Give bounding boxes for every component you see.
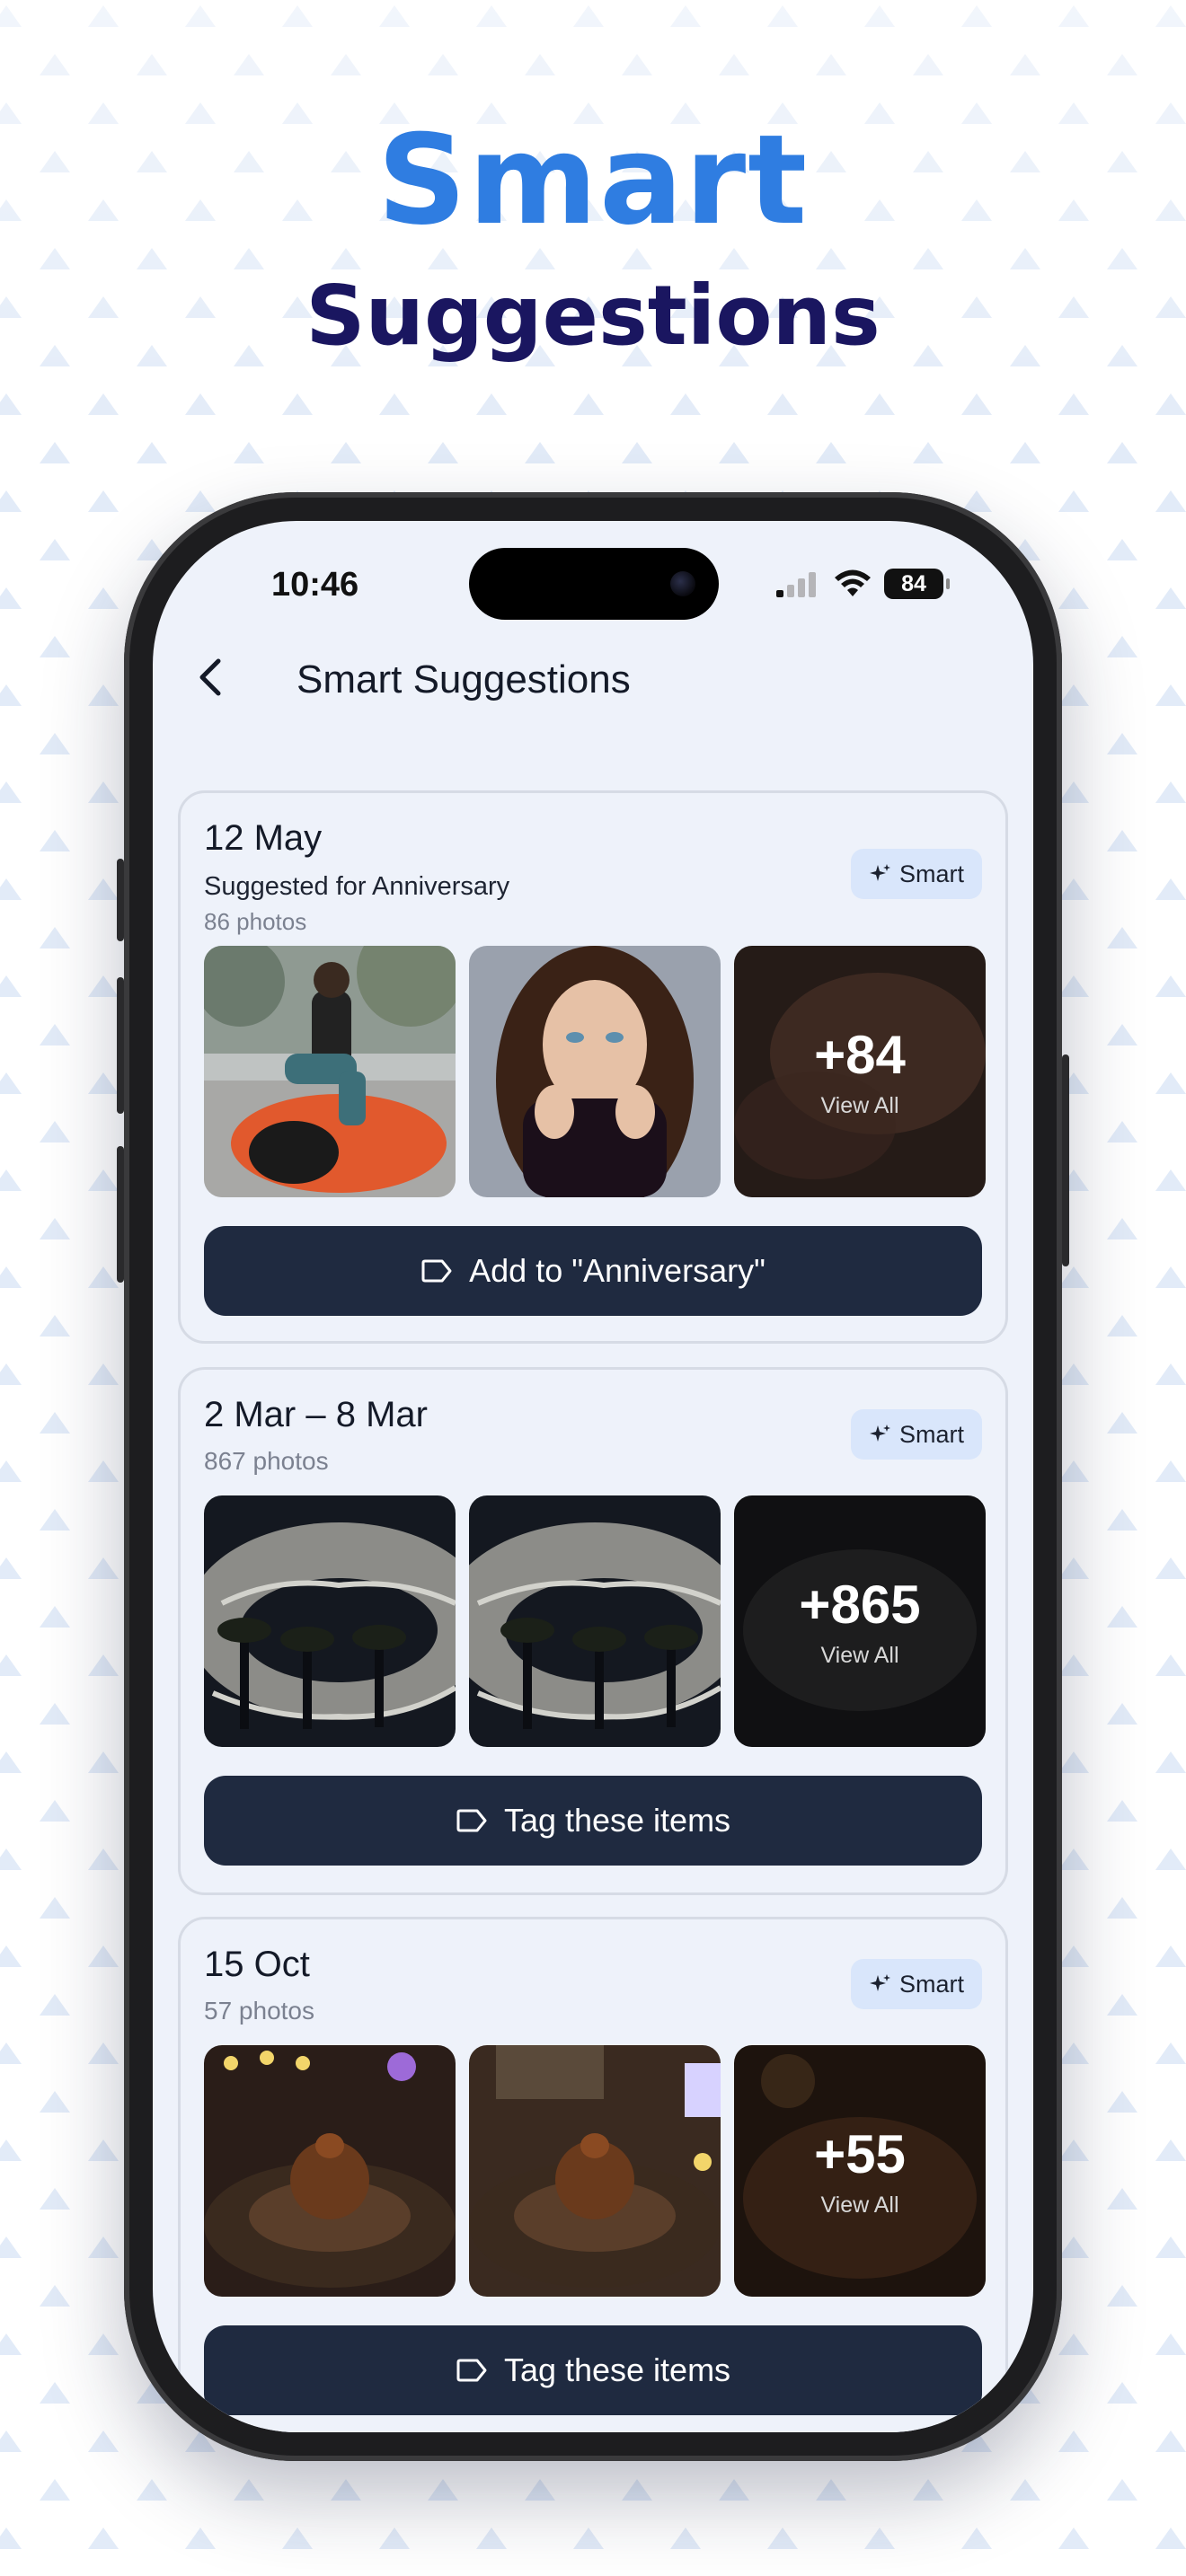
tag-items-button[interactable]: Tag these items <box>204 1776 982 1866</box>
smart-badge: Smart <box>850 849 982 899</box>
view-all-label: View All <box>820 1643 899 1668</box>
photo-thumbnails: +865 View All <box>204 1495 986 1747</box>
photo-dessert <box>469 2045 721 2297</box>
hero-subtitle: Suggestions <box>305 268 881 364</box>
card-photo-count: 86 photos <box>204 908 307 935</box>
card-date: 12 May <box>204 818 323 858</box>
smart-badge: Smart <box>850 1409 982 1460</box>
more-count: +865 <box>799 1575 921 1635</box>
suggestion-card-anniversary: 12 May Suggested for Anniversary 86 phot… <box>178 790 1008 1344</box>
card-photo-count: 867 photos <box>204 1447 329 1475</box>
photo-thumbnail[interactable] <box>469 1495 721 1747</box>
battery-icon: 84 <box>884 569 950 599</box>
photo-thumbnail[interactable] <box>204 946 456 1197</box>
more-count: +55 <box>814 2124 906 2184</box>
volume-down-button <box>117 1146 124 1283</box>
phone-screen: 10:46 84 Smart Suggestions 12 May Sugges… <box>153 521 1033 2432</box>
action-button-label: Tag these items <box>503 2351 731 2388</box>
action-button <box>117 859 124 941</box>
back-button[interactable] <box>185 652 235 702</box>
sparkles-icon <box>869 1974 890 1991</box>
view-all-tile[interactable]: +55 View All <box>734 2045 986 2297</box>
smart-badge-label: Smart <box>898 860 964 887</box>
suggestion-card-date-range: 2 Mar – 8 Mar 867 photos Smart +865 View… <box>178 1367 1008 1895</box>
photo-thumbnail[interactable] <box>469 946 721 1197</box>
card-date: 15 Oct <box>204 1945 310 1984</box>
phone-frame: 10:46 84 Smart Suggestions 12 May Sugges… <box>117 492 1069 2461</box>
card-photo-count: 57 photos <box>204 1997 314 2025</box>
tag-icon <box>456 2359 487 2382</box>
wifi-icon <box>835 569 871 596</box>
sparkles-icon <box>869 1425 890 1442</box>
status-icons: 84 <box>774 568 950 600</box>
power-button <box>1062 1054 1069 1266</box>
photo-portrait-woman <box>469 946 721 1197</box>
photo-building-night <box>469 1495 721 1747</box>
tag-icon <box>456 1809 487 1832</box>
hero-title: Smart <box>376 108 810 252</box>
camera-icon <box>670 571 695 596</box>
photo-street-car <box>204 946 456 1197</box>
status-time: 10:46 <box>271 566 359 604</box>
photo-thumbnails: +84 View All <box>204 946 986 1197</box>
chevron-left-icon <box>199 658 221 696</box>
tag-icon <box>421 1259 452 1283</box>
photo-building-night <box>204 1495 456 1747</box>
view-all-tile[interactable]: +84 View All <box>734 946 986 1197</box>
view-all-label: View All <box>820 2192 899 2218</box>
card-date: 2 Mar – 8 Mar <box>204 1395 428 1434</box>
sparkles-icon <box>869 864 890 881</box>
photo-dessert <box>204 2045 456 2297</box>
tag-items-button[interactable]: Tag these items <box>204 2325 982 2415</box>
smart-badge-label: Smart <box>898 1970 964 1998</box>
cellular-signal-icon <box>776 572 816 597</box>
page-title: Smart Suggestions <box>296 657 631 701</box>
view-all-tile[interactable]: +865 View All <box>734 1495 986 1747</box>
card-suggestion-label: Suggested for Anniversary <box>204 872 510 901</box>
photo-thumbnail[interactable] <box>204 2045 456 2297</box>
battery-level: 84 <box>901 570 926 596</box>
action-button-label: Tag these items <box>503 1802 731 1839</box>
photo-thumbnail[interactable] <box>469 2045 721 2297</box>
smart-badge: Smart <box>850 1959 982 2009</box>
view-all-label: View All <box>820 1093 899 1118</box>
volume-up-button <box>117 977 124 1114</box>
suggestion-card-oct: 15 Oct 57 photos Smart +55 View All Tag … <box>178 1917 1008 2432</box>
smart-badge-label: Smart <box>898 1420 964 1448</box>
more-count: +84 <box>814 1025 906 1085</box>
dynamic-island <box>469 548 719 620</box>
photo-thumbnail[interactable] <box>204 1495 456 1747</box>
action-button-label: Add to "Anniversary" <box>469 1252 766 1289</box>
photo-thumbnails: +55 View All <box>204 2045 986 2297</box>
add-to-anniversary-button[interactable]: Add to "Anniversary" <box>204 1226 982 1316</box>
